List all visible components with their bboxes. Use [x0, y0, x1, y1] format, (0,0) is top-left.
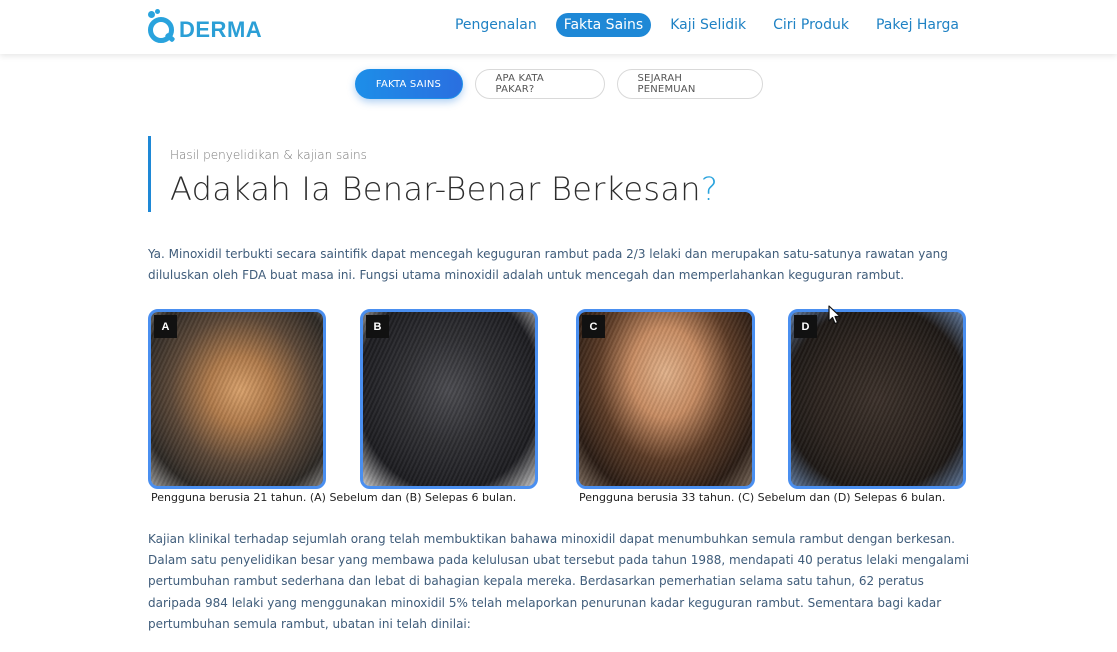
nav-pengenalan[interactable]: Pengenalan: [447, 13, 545, 37]
section-heading: Hasil penyelidikan & kajian sains Adakah…: [148, 136, 718, 212]
intro-paragraph: Ya. Minoxidil terbukti secara saintifik …: [148, 247, 948, 282]
nav-pakej-harga[interactable]: Pakej Harga: [868, 13, 967, 37]
tab-fakta-sains[interactable]: FAKTA SAINS: [354, 69, 463, 99]
tab-apa-kata-pakar[interactable]: APA KATA PAKAR?: [474, 69, 605, 99]
nav-kaji-selidik[interactable]: Kaji Selidik: [662, 13, 754, 37]
body-paragraph: Kajian klinikal terhadap sejumlah orang …: [148, 532, 970, 631]
logo-q-icon: [148, 9, 176, 43]
photo-label-d: D: [794, 315, 817, 338]
photo-label-b: B: [366, 315, 389, 338]
hair-photo-b: B: [360, 309, 538, 489]
mouse-cursor-icon: [828, 305, 842, 325]
qderma-logo[interactable]: DERMA: [148, 8, 262, 46]
section-kicker: Hasil penyelidikan & kajian sains: [170, 148, 367, 162]
section-tabs: FAKTA SAINS APA KATA PAKAR? SEJARAH PENE…: [0, 69, 1117, 99]
hair-photo-c: C: [576, 309, 755, 489]
photo-label-a: A: [154, 315, 177, 338]
hair-photo-a: A: [148, 309, 326, 489]
nav-ciri-produk[interactable]: Ciri Produk: [765, 13, 857, 37]
tab-sejarah-penemuan[interactable]: SEJARAH PENEMUAN: [616, 69, 763, 99]
main-nav: Pengenalan Fakta Sains Kaji Selidik Ciri…: [436, 13, 967, 37]
title-question-mark: ?: [700, 170, 719, 208]
photo-caption-cd: Pengguna berusia 33 tahun. (C) Sebelum d…: [579, 491, 946, 504]
site-header: DERMA Pengenalan Fakta Sains Kaji Selidi…: [0, 0, 1117, 54]
section-title: Adakah Ia Benar-Benar Berkesan?: [170, 170, 718, 208]
hair-photo-d: D: [788, 309, 966, 489]
title-text: Adakah Ia Benar-Benar Berkesan: [170, 170, 701, 208]
photo-label-c: C: [582, 315, 605, 338]
nav-fakta-sains[interactable]: Fakta Sains: [555, 13, 652, 37]
photo-caption-ab: Pengguna berusia 21 tahun. (A) Sebelum d…: [151, 491, 517, 504]
logo-text: DERMA: [179, 17, 263, 42]
